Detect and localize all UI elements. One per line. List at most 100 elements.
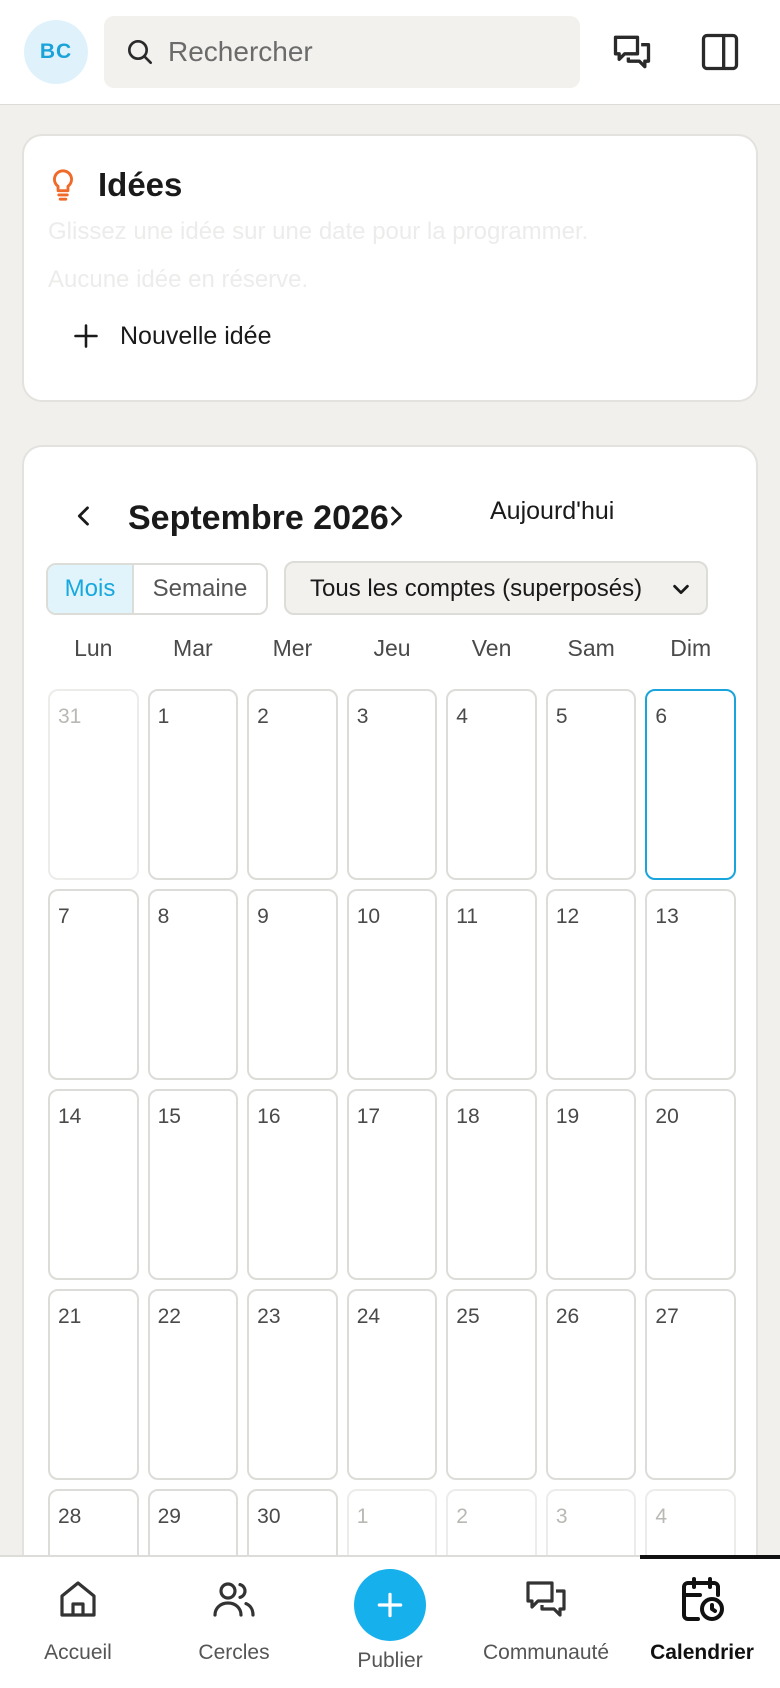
day-cell[interactable]: 11 (446, 889, 537, 1080)
day-number: 29 (157, 1505, 181, 1528)
plus-icon (74, 324, 98, 348)
users-icon (213, 1582, 255, 1617)
lightbulb-icon (53, 169, 73, 201)
month-title: Septembre 2026 (128, 499, 389, 537)
messages-icon[interactable] (610, 30, 654, 74)
new-idea-label: Nouvelle idée (120, 321, 272, 350)
calendar-clock-icon (682, 1577, 724, 1621)
day-cell[interactable]: 9 (247, 889, 338, 1080)
day-cell[interactable]: 12 (545, 889, 637, 1080)
day-cell[interactable]: 17 (346, 1089, 438, 1280)
view-week-button[interactable]: Semaine (134, 565, 266, 613)
day-cell[interactable]: 2 (247, 689, 338, 880)
day-cell[interactable]: 4 (446, 689, 537, 880)
day-cell[interactable]: 21 (48, 1289, 139, 1480)
search-input[interactable] (168, 30, 568, 74)
day-cell[interactable]: 18 (446, 1089, 537, 1280)
day-cell-today[interactable]: 6 (645, 689, 736, 880)
view-month-button[interactable]: Mois (48, 565, 134, 613)
day-cell[interactable]: 10 (346, 889, 438, 1080)
day-cell[interactable]: 15 (147, 1089, 239, 1280)
ideas-header: Idées (48, 166, 182, 204)
next-month-button[interactable] (376, 497, 416, 537)
day-cell[interactable]: 22 (147, 1289, 239, 1480)
weekday-label: Lun (74, 635, 113, 661)
day-number: 13 (655, 905, 679, 928)
nav-circles-label: Cercles (198, 1641, 270, 1664)
search-box[interactable] (104, 16, 580, 88)
day-number: 3 (356, 705, 369, 728)
day-number: 28 (58, 1505, 82, 1528)
day-number: 27 (655, 1305, 679, 1328)
top-bar: BC (0, 0, 780, 105)
day-cell[interactable]: 23 (247, 1289, 338, 1480)
avatar[interactable]: BC (24, 20, 88, 84)
day-cell[interactable]: 16 (247, 1089, 338, 1280)
nav-calendar[interactable]: Calendrier (632, 1555, 780, 1688)
day-number: 9 (257, 905, 269, 928)
day-number: 17 (356, 1105, 381, 1128)
day-number: 16 (257, 1105, 281, 1128)
day-cell[interactable]: 25 (446, 1289, 537, 1480)
day-number: 5 (555, 705, 568, 728)
day-cell[interactable]: 26 (545, 1289, 637, 1480)
accounts-select[interactable]: Tous les comptes (superposés) (284, 561, 708, 615)
day-number: 22 (157, 1305, 181, 1328)
day-number: 19 (555, 1105, 580, 1128)
day-number: 1 (356, 1505, 369, 1528)
new-idea-button[interactable]: Nouvelle idée (72, 311, 272, 361)
ideas-hint: Glissez une idée sur une date pour la pr… (48, 218, 589, 245)
ideas-title: Idées (98, 166, 183, 203)
day-cell[interactable]: 8 (147, 889, 239, 1080)
day-cell[interactable]: 31 (48, 689, 139, 880)
day-cell[interactable]: 27 (645, 1289, 736, 1480)
day-number: 2 (456, 1505, 468, 1528)
day-number: 10 (356, 905, 381, 928)
nav-home[interactable]: Accueil (8, 1557, 148, 1688)
ideas-empty-state: Aucune idée en réserve. (48, 266, 309, 293)
weekday-label: Ven (471, 635, 512, 661)
day-number: 3 (555, 1505, 568, 1528)
search-icon (128, 40, 152, 64)
chevron-down-icon (673, 584, 689, 595)
day-cell[interactable]: 13 (645, 889, 736, 1080)
weekday-label: Mar (173, 635, 213, 661)
calendar-nav: Septembre 2026 Aujourd'hui (24, 487, 760, 547)
accounts-select-value: Tous les comptes (superposés) (310, 575, 643, 602)
day-cell[interactable]: 5 (545, 689, 637, 880)
nav-circles[interactable]: Cercles (164, 1557, 304, 1688)
nav-community[interactable]: Communauté (476, 1557, 616, 1688)
day-cell[interactable]: 3 (346, 689, 438, 880)
day-cell[interactable]: 7 (48, 889, 139, 1080)
nav-home-label: Accueil (44, 1641, 112, 1664)
bottom-nav: Accueil Cercles Publier Communauté Calen… (0, 1555, 780, 1688)
day-cell[interactable]: 24 (346, 1289, 438, 1480)
nav-community-label: Communauté (482, 1641, 610, 1664)
weekday-label: Mer (272, 635, 313, 661)
day-number: 12 (555, 905, 580, 928)
day-number: 30 (257, 1505, 281, 1528)
day-number: 4 (655, 1505, 668, 1528)
view-toggle: Mois Semaine (46, 563, 268, 615)
prev-month-button[interactable] (64, 497, 104, 537)
day-number: 7 (58, 905, 70, 928)
day-cell[interactable]: 20 (645, 1089, 736, 1280)
publish-button[interactable] (354, 1569, 426, 1641)
day-number: 14 (58, 1105, 82, 1128)
chevron-left-icon (77, 505, 89, 526)
today-button[interactable]: Aujourd'hui (490, 497, 614, 526)
day-number: 2 (257, 705, 269, 728)
home-icon (60, 1581, 96, 1617)
weekday-label: Dim (670, 635, 712, 661)
day-number: 1 (157, 705, 170, 728)
day-number: 8 (157, 905, 170, 928)
day-number: 6 (655, 705, 668, 728)
day-number: 15 (157, 1105, 181, 1128)
day-number: 24 (356, 1305, 381, 1328)
sidebar-toggle-icon[interactable] (698, 30, 742, 74)
nav-calendar-label: Calendrier (650, 1641, 754, 1664)
day-cell[interactable]: 19 (545, 1089, 637, 1280)
day-cell[interactable]: 1 (147, 689, 239, 880)
plus-icon (377, 1592, 403, 1618)
day-cell[interactable]: 14 (48, 1089, 139, 1280)
